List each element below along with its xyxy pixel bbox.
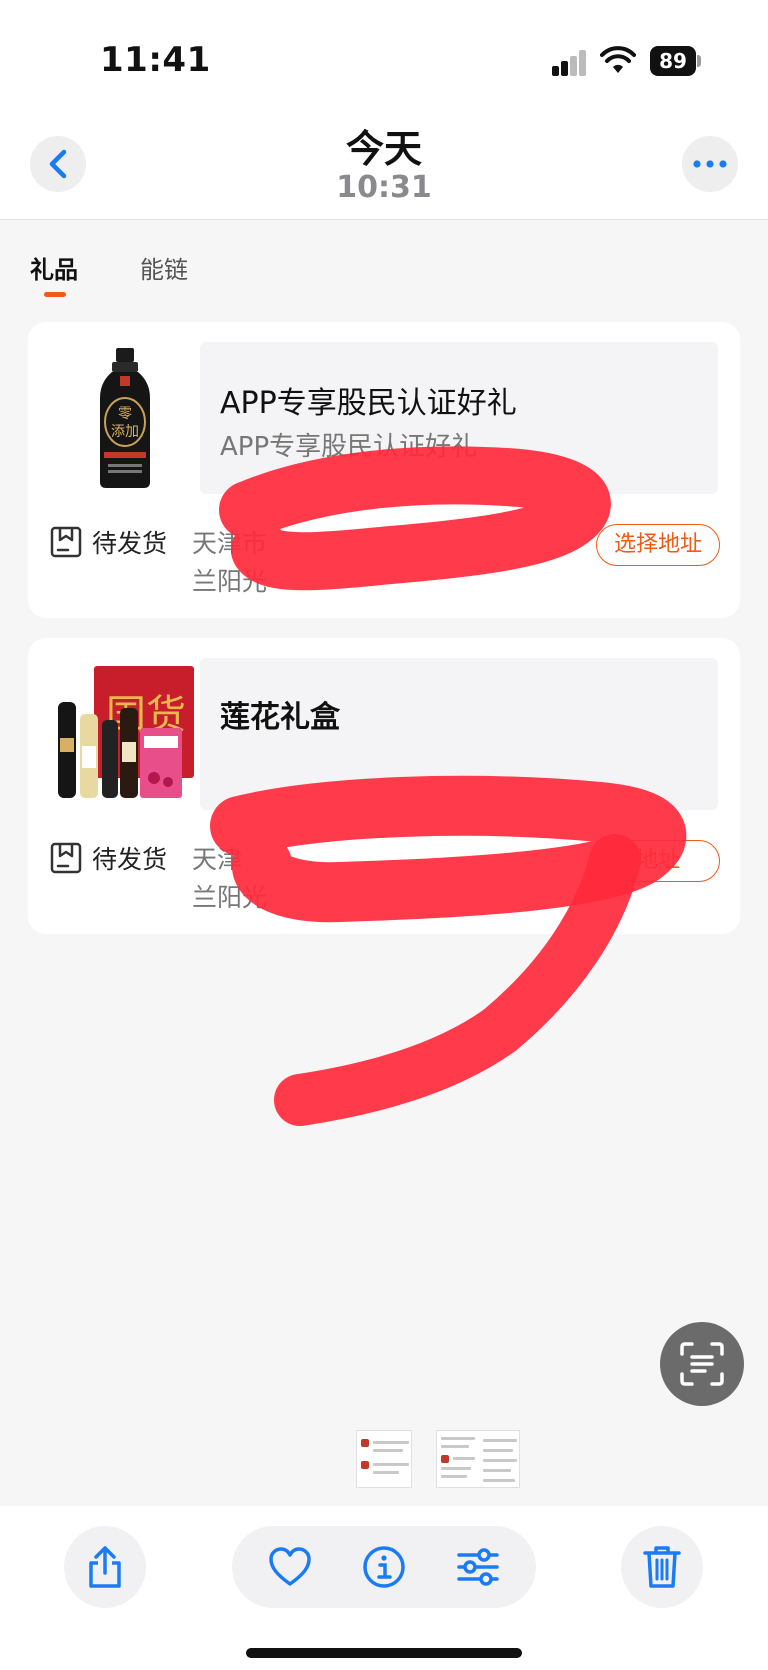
more-dots-icon (693, 160, 727, 168)
gift-card[interactable]: 零 添加 APP专享股民认证好礼 APP专享股民认证好礼 待发货 天津市 兰阳光… (28, 322, 740, 618)
tab-gifts[interactable]: 礼品 (30, 250, 78, 285)
action-pill (232, 1526, 536, 1608)
info-icon (363, 1546, 405, 1588)
favorite-button[interactable] (268, 1545, 312, 1589)
package-icon (50, 842, 82, 874)
svg-text:零: 零 (118, 406, 132, 422)
address-line-2: 兰阳光 (192, 567, 268, 596)
photo-toolbar (0, 1506, 768, 1670)
live-text-button[interactable] (660, 1322, 744, 1406)
tab-energy-chain[interactable]: 能链 (140, 250, 188, 285)
tab-active-indicator (44, 292, 66, 297)
thumbnail-current[interactable] (356, 1430, 412, 1488)
status-time: 11:41 (100, 40, 211, 80)
more-button[interactable] (682, 136, 738, 192)
product-subtitle: APP专享股民认证好礼 (220, 432, 478, 462)
shipping-status: 待发货 (92, 529, 168, 558)
home-indicator (246, 1648, 522, 1658)
live-text-icon (680, 1342, 724, 1386)
product-image: 零 添加 (100, 348, 150, 488)
address-line-1: 天津 (192, 845, 243, 874)
gift-tabs: 礼品 能链 (0, 236, 768, 306)
battery-cap (697, 55, 701, 67)
svg-text:添加: 添加 (111, 424, 139, 440)
info-button[interactable] (362, 1545, 406, 1589)
product-image: 国货 (58, 666, 194, 798)
package-icon (50, 526, 82, 558)
shipping-status: 待发货 (92, 845, 168, 874)
cellular-signal-icon (552, 50, 588, 76)
wifi-icon (600, 46, 636, 73)
gift-card[interactable]: 国货 莲花礼盒 待发货 天津 兰阳光 地址 (28, 638, 740, 934)
trash-icon (643, 1546, 681, 1588)
adjust-button[interactable] (456, 1545, 500, 1589)
adjust-icon (457, 1548, 499, 1586)
product-title: APP专享股民认证好礼 (220, 386, 517, 421)
viewer-title: 今天 (345, 127, 422, 171)
share-button[interactable] (64, 1526, 146, 1608)
battery-indicator: 89 (650, 46, 696, 76)
thumbnail-next[interactable] (436, 1430, 520, 1488)
viewer-subtitle: 10:31 (336, 170, 432, 205)
address-line-2: 兰阳光 (192, 883, 268, 912)
viewer-header: 11:41 89 今天 10:31 (0, 0, 768, 220)
select-address-button[interactable]: 地址 (596, 840, 720, 882)
product-title: 莲花礼盒 (220, 700, 340, 735)
share-icon (89, 1546, 121, 1588)
delete-button[interactable] (621, 1526, 703, 1608)
product-info: 莲花礼盒 (200, 658, 718, 810)
select-address-button[interactable]: 选择地址 (596, 524, 720, 566)
address-line-1: 天津市 (192, 529, 268, 558)
product-info: APP专享股民认证好礼 APP专享股民认证好礼 (200, 342, 718, 494)
heart-icon (269, 1547, 311, 1586)
